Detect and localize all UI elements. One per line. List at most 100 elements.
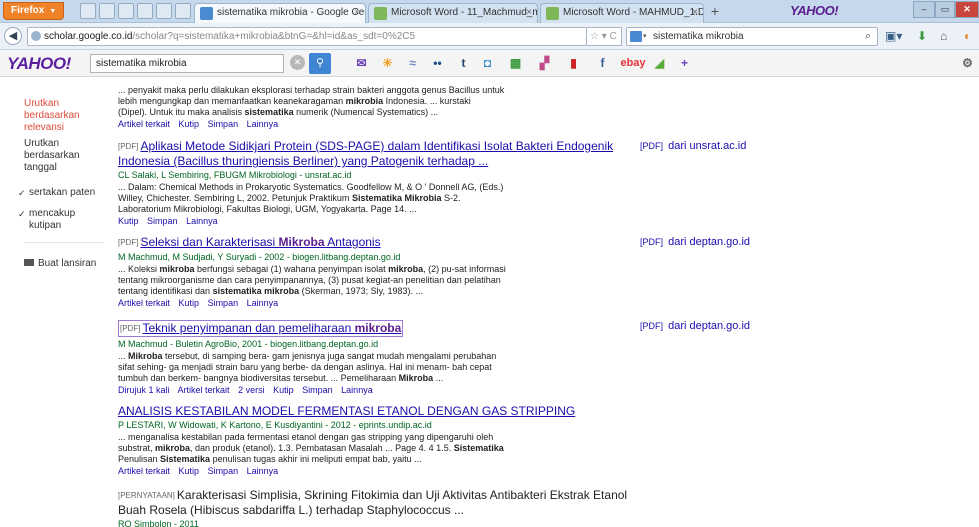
bookmarks-icon[interactable]: ▣▾	[885, 29, 902, 43]
flickr-icon[interactable]: ••	[430, 56, 445, 71]
more-link[interactable]: Lainnya	[247, 119, 279, 129]
chart-icon[interactable]: ◘	[480, 56, 495, 71]
plus-icon[interactable]: +	[677, 56, 692, 71]
result-title-link[interactable]: [PDF] Seleksi dan Karakterisasi Mikroba A…	[118, 235, 618, 250]
cite-link[interactable]: Kutip	[273, 385, 294, 395]
home-icon[interactable]: ⌂	[940, 29, 947, 43]
include-citations-checkbox[interactable]: ✓ mencakup kutipan	[18, 208, 99, 232]
pdf-source-link[interactable]: [PDF] dari unsrat.ac.id	[640, 140, 746, 152]
bookmark-icon[interactable]: ▞	[537, 56, 552, 71]
finance-icon[interactable]: ▦	[508, 56, 523, 71]
back-button[interactable]: ◀	[4, 27, 22, 45]
tab-google-scholar[interactable]: sistematika mikrobia - Google Cende... ×	[194, 3, 366, 23]
save-link[interactable]: Simpan	[302, 385, 333, 395]
result-title-link[interactable]: [PDF] Aplikasi Metode Sidikjari Protein (…	[118, 139, 618, 154]
pinned-tab-5[interactable]	[156, 3, 172, 19]
snippet-line: lebih mengungkap dan memanfaatkan keanek…	[118, 96, 471, 106]
addon-icon[interactable]: ◐	[964, 29, 971, 43]
checkmark-icon: ✓	[18, 209, 26, 219]
star-icon[interactable]: ☆	[590, 31, 599, 42]
dropdown-icon[interactable]: ▾	[602, 31, 607, 42]
close-tab-icon[interactable]: ×	[692, 4, 698, 22]
related-articles-link[interactable]: Artikel terkait	[118, 466, 170, 476]
gear-icon[interactable]: ⚙	[960, 56, 975, 71]
sort-by-relevance[interactable]: Urutkan berdasarkan relevansi	[24, 98, 104, 134]
clear-icon[interactable]: ✕	[290, 55, 305, 70]
firefox-label: Firefox	[11, 5, 45, 16]
sort-by-date[interactable]: Urutkan berdasarkan tanggal	[24, 138, 104, 174]
result-title-highlight: Mikroba	[278, 235, 325, 249]
firefox-menu-button[interactable]: Firefox ▼	[3, 2, 64, 20]
more-link[interactable]: Lainnya	[247, 298, 279, 308]
browser-search-box[interactable]: ▾ sistematika mikrobia ⌕	[626, 27, 878, 46]
pdf-source-link[interactable]: [PDF] dari deptan.go.id	[640, 320, 750, 332]
result-title-link[interactable]: Indonesia (Bacillus thuringiensis Berlin…	[118, 154, 618, 168]
result-title-link[interactable]: [PDF] Teknik penyimpanan dan pemeliharaan…	[118, 320, 404, 337]
related-articles-link[interactable]: Artikel terkait	[118, 119, 170, 129]
chevron-down-icon: ▼	[49, 8, 57, 15]
cite-link[interactable]: Kutip	[179, 298, 200, 308]
more-link[interactable]: Lainnya	[341, 385, 373, 395]
weather-icon[interactable]: ☀	[380, 56, 395, 71]
yahoo-search-input[interactable]: sistematika mikrobia	[90, 54, 284, 73]
mail-icon[interactable]: ✉	[354, 56, 369, 71]
related-articles-link[interactable]: Artikel terkait	[178, 385, 230, 395]
snippet-line: tumbuh dan berkem- bangnya biodiversitas…	[118, 373, 444, 383]
cited-by-link[interactable]: Dirujuk 1 kali	[118, 385, 170, 395]
tumblr-icon[interactable]: t	[456, 56, 471, 71]
cite-link[interactable]: Kutip	[118, 216, 139, 226]
ebay-icon[interactable]: ebay	[620, 56, 646, 71]
result-title-link[interactable]: Buah Rosela (Hibiscus sabdariffa L.) ter…	[118, 503, 618, 517]
result-title-link[interactable]: ANALISIS KESTABILAN MODEL FERMENTASI ETA…	[118, 404, 618, 418]
versions-link[interactable]: 2 versi	[238, 385, 265, 395]
pdf-tag: [PDF]	[640, 321, 664, 331]
result-authors: M Machmud, M Sudjadi, Y Suryadi - 2002 -…	[118, 252, 401, 262]
pinned-tab-6[interactable]	[175, 3, 191, 19]
save-link[interactable]: Simpan	[208, 119, 239, 129]
games-icon[interactable]: ◢	[652, 56, 667, 71]
result-title-line: Aplikasi Metode Sidikjari Protein (SDS-P…	[140, 139, 614, 153]
save-link[interactable]: Simpan	[147, 216, 178, 226]
pinned-tab-3[interactable]	[118, 3, 134, 19]
new-tab-button[interactable]: +	[706, 3, 724, 21]
close-tab-icon[interactable]: ×	[526, 4, 532, 22]
pinned-tab-2[interactable]	[99, 3, 115, 19]
related-articles-link[interactable]: Artikel terkait	[118, 298, 170, 308]
pinned-tab-4[interactable]	[137, 3, 153, 19]
tab-word-mahmud[interactable]: Microsoft Word - MAHMUD_1.DOC - ... ×	[540, 3, 704, 23]
cite-link[interactable]: Kutip	[179, 466, 200, 476]
maximize-button[interactable]: ▭	[935, 1, 955, 18]
close-window-button[interactable]: ✕	[955, 1, 979, 18]
reload-icon[interactable]: C	[610, 31, 617, 42]
result-title-link[interactable]: [PERNYATAAN] Karakterisasi Simplisia, Skr…	[118, 488, 627, 503]
create-alert-label: Buat lansiran	[38, 258, 97, 269]
result-snippet: ... Dalam: Chemical Methods in Prokaryot…	[118, 182, 618, 215]
search-icon[interactable]: ⌕	[865, 28, 871, 45]
result-title-part: Teknik penyimpanan dan pemeliharaan	[142, 321, 355, 335]
snippet-line: ... penyakit maka perlu dilakukan eksplo…	[118, 85, 505, 95]
result-type-tag: [PDF]	[118, 142, 139, 151]
more-link[interactable]: Lainnya	[247, 466, 279, 476]
close-tab-icon[interactable]: ×	[354, 4, 360, 22]
url-bar[interactable]: scholar.google.co.id/scholar?q=sistemati…	[27, 27, 587, 46]
snippet-line: ... Mikroba tersebut, di samping bera- g…	[118, 351, 497, 361]
yahoo-search-button[interactable]: ⚲	[309, 53, 331, 74]
save-link[interactable]: Simpan	[208, 466, 239, 476]
pdf-source: dari unsrat.ac.id	[668, 140, 747, 152]
pinterest-icon[interactable]: ▮	[566, 56, 581, 71]
cite-link[interactable]: Kutip	[179, 119, 200, 129]
pdf-source-link[interactable]: [PDF] dari deptan.go.id	[640, 236, 750, 248]
more-link[interactable]: Lainnya	[186, 216, 218, 226]
save-link[interactable]: Simpan	[208, 298, 239, 308]
minimize-button[interactable]: –	[913, 1, 935, 18]
create-alert-link[interactable]: Buat lansiran	[24, 258, 96, 269]
pinned-tab-1[interactable]	[80, 3, 96, 19]
result-authors: P LESTARI, W Widowati, K Kartono, E Kusd…	[118, 420, 432, 430]
yahoo-logo[interactable]: YAHOO!	[7, 54, 71, 74]
download-icon[interactable]: ⬇	[917, 29, 927, 43]
tab-word-machmud[interactable]: Microsoft Word - 11_Machmud_mikr... ×	[368, 3, 538, 23]
facebook-icon[interactable]: f	[595, 56, 610, 71]
news-icon[interactable]: ≈	[405, 56, 420, 71]
search-engine-icon[interactable]	[630, 31, 642, 42]
include-patents-checkbox[interactable]: ✓ sertakan paten	[18, 187, 95, 199]
